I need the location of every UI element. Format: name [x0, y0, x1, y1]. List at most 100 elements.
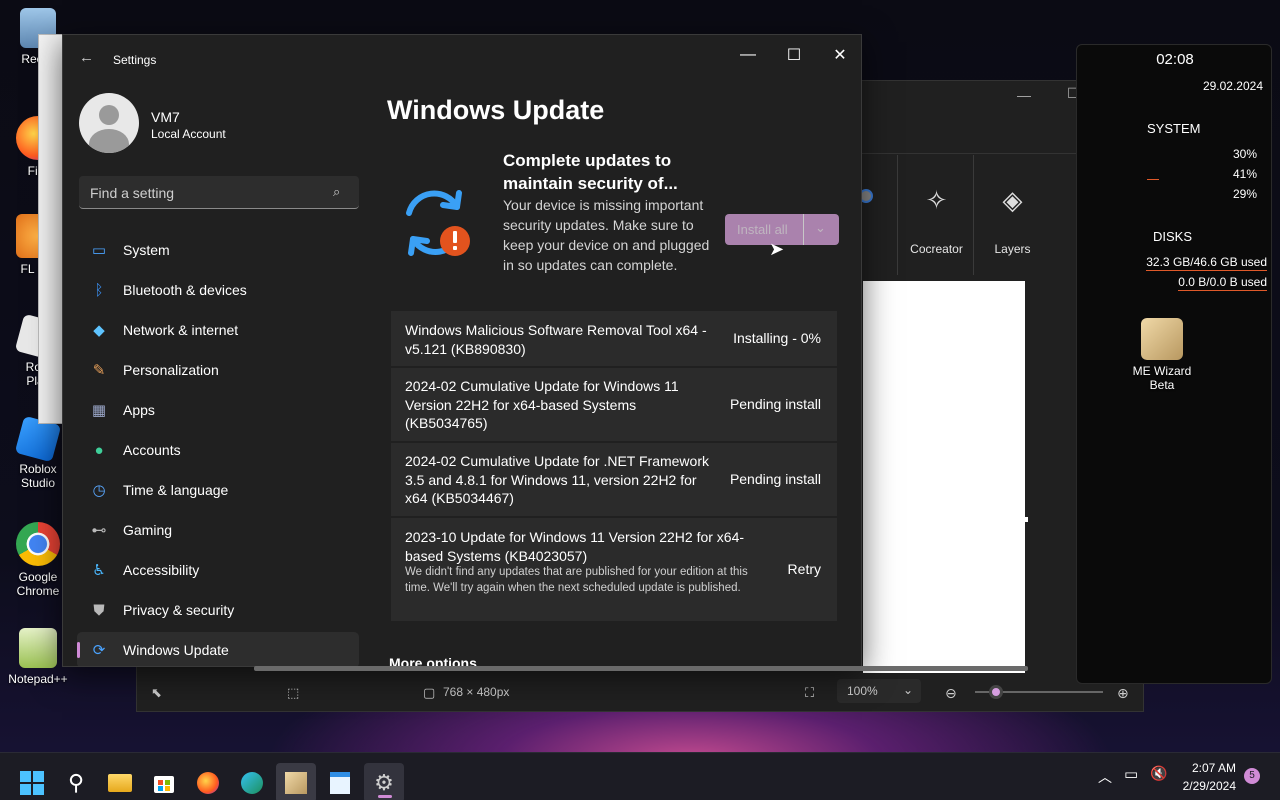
update-item: 2024-02 Cumulative Update for .NET Frame…	[391, 443, 837, 516]
nav-item-label: Accounts	[123, 442, 181, 458]
nav-item-accessibility[interactable]: ♿ Accessibility	[77, 552, 359, 588]
selection-icon: ⬚	[287, 685, 300, 700]
zoom-slider-thumb[interactable]	[989, 685, 1003, 699]
cocreator-tool[interactable]: ✧ Cocreator	[897, 155, 975, 275]
nav-item-gaming[interactable]: ⊷ Gaming	[77, 512, 359, 548]
search-input[interactable]: Find a setting	[90, 185, 174, 201]
taskbar-time[interactable]: 2:07 AM	[1188, 761, 1236, 775]
nav-item-accounts[interactable]: ● Accounts	[77, 432, 359, 468]
fit-screen-icon[interactable]: ⛶	[805, 685, 814, 701]
nav-item-bluetooth-devices[interactable]: ᛒ Bluetooth & devices	[77, 272, 359, 308]
search-box[interactable]: Find a setting ⌕	[79, 176, 359, 209]
chrome-icon	[16, 522, 60, 566]
file-explorer-icon[interactable]	[100, 763, 140, 800]
me-wizard-icon	[1141, 318, 1183, 360]
edge-icon[interactable]	[232, 763, 272, 800]
update-description: We didn't find any updates that are publ…	[405, 566, 748, 594]
update-status: Pending install	[729, 471, 821, 487]
canvas-size-icon: ▢	[423, 685, 436, 700]
zoom-value: 100%	[847, 684, 878, 698]
nav-item-privacy-security[interactable]: ⛊ Privacy & security	[77, 592, 359, 628]
retry-button[interactable]: Retry	[788, 561, 821, 577]
account-type: Local Account	[151, 127, 226, 141]
nav-item-label: System	[123, 242, 170, 258]
chevron-down-icon[interactable]: ⌄	[815, 220, 826, 236]
minimize-button[interactable]: —	[1017, 87, 1031, 103]
desktop-icon-me-wizard[interactable]: ME Wizard Beta	[1124, 318, 1200, 392]
settings-active-indicator	[378, 795, 392, 798]
gpu-usage: 29%	[1232, 187, 1257, 201]
nav-item-label: Personalization	[123, 362, 219, 378]
cpu-usage: 30%	[1232, 147, 1257, 161]
system-icon: ▭	[91, 242, 107, 259]
nav-item-label: Windows Update	[123, 642, 229, 658]
update-item: 2023-10 Update for Windows 11 Version 22…	[391, 518, 837, 621]
chevron-up-icon[interactable]: ︿	[1098, 767, 1112, 787]
taskbar: ⚲ ⚙ ︿ ▭ 🔇 2:07 AM 2/29/2024 5	[0, 752, 1280, 800]
notepad-plus-plus-icon	[19, 628, 57, 668]
horizontal-scrollbar[interactable]	[254, 666, 1028, 671]
minimize-button[interactable]: —	[725, 39, 771, 71]
update-item: Windows Malicious Software Removal Tool …	[391, 311, 837, 366]
nav-item-label: Accessibility	[123, 562, 200, 578]
app-title: Settings	[113, 53, 157, 67]
settings-window: ← Settings — ☐ ✕ VM7 Local Account Find …	[62, 34, 862, 667]
start-button[interactable]	[12, 763, 52, 800]
bluetooth-icon: ᛒ	[94, 281, 104, 299]
disk1-usage: 32.3 GB/46.6 GB used	[1146, 255, 1267, 271]
update-name: 2023-10 Update for Windows 11 Version 22…	[405, 529, 745, 564]
firefox-icon[interactable]	[188, 763, 228, 800]
gamepad-icon: ⊷	[91, 522, 107, 539]
nav-item-label: Privacy & security	[123, 602, 235, 618]
title-bar: ← Settings — ☐ ✕	[63, 35, 861, 83]
ram-usage: 41%	[1232, 167, 1257, 181]
nav-item-apps[interactable]: ▦ Apps	[77, 392, 359, 428]
brush-icon: ✎	[92, 362, 106, 379]
system-title: SYSTEM	[1147, 121, 1201, 136]
network-icon[interactable]: ▭	[1124, 765, 1138, 783]
layers-tool[interactable]: ◈ Layers	[973, 155, 1051, 275]
wifi-icon: ◆	[93, 322, 105, 339]
notification-badge[interactable]: 5	[1244, 768, 1260, 784]
split-divider	[803, 214, 804, 245]
nav-item-time-language[interactable]: ◷ Time & language	[77, 472, 359, 508]
shield-icon: ⛊	[93, 601, 105, 619]
me-wizard-taskbar-icon[interactable]	[276, 763, 316, 800]
update-status-icon	[395, 183, 475, 263]
disk2-usage: 0.0 B/0.0 B used	[1178, 275, 1267, 291]
volume-muted-icon[interactable]: 🔇	[1150, 765, 1167, 782]
zoom-select[interactable]: 100% ⌄	[837, 679, 921, 703]
zoom-in-icon[interactable]: ⊕	[1117, 685, 1129, 702]
install-all-button[interactable]: Install all	[737, 222, 788, 237]
canvas-resize-handle[interactable]	[1023, 517, 1028, 522]
apps-icon: ▦	[91, 402, 107, 419]
desktop-icon-label: Notepad++	[8, 672, 68, 686]
back-arrow-icon[interactable]: ←	[79, 49, 94, 66]
close-button[interactable]: ✕	[817, 39, 861, 71]
ram-bar	[1147, 179, 1159, 180]
nav-item-label: Gaming	[123, 522, 173, 538]
nav-item-network-internet[interactable]: ◆ Network & internet	[77, 312, 359, 348]
user-name: VM7	[151, 109, 180, 125]
taskbar-date[interactable]: 2/29/2024	[1174, 779, 1236, 793]
nav-item-system[interactable]: ▭ System	[77, 232, 359, 268]
desktop-icon-label: Google Chrome	[16, 570, 60, 598]
avatar[interactable]	[79, 93, 139, 153]
tool-label: Layers	[994, 242, 1031, 256]
drawing-canvas[interactable]	[863, 281, 1025, 673]
update-name: 2024-02 Cumulative Update for .NET Frame…	[405, 453, 709, 506]
sparkle-icon: ✧	[925, 185, 948, 215]
nav-item-personalization[interactable]: ✎ Personalization	[77, 352, 359, 388]
maximize-button[interactable]: ☐	[771, 39, 817, 71]
notepad-icon[interactable]	[320, 763, 360, 800]
nav-item-windows-update[interactable]: ⟳ Windows Update	[77, 632, 359, 666]
zoom-out-icon[interactable]: ⊖	[945, 685, 957, 702]
zoom-slider[interactable]	[975, 685, 1103, 699]
update-name: 2024-02 Cumulative Update for Windows 11…	[405, 378, 679, 431]
nav-item-label: Apps	[123, 402, 155, 418]
store-icon[interactable]	[144, 763, 184, 800]
search-icon: ⌕	[333, 184, 341, 199]
update-status: Installing - 0%	[733, 330, 821, 346]
widget-time: 02:08	[1156, 51, 1194, 68]
search-icon[interactable]: ⚲	[56, 763, 96, 800]
